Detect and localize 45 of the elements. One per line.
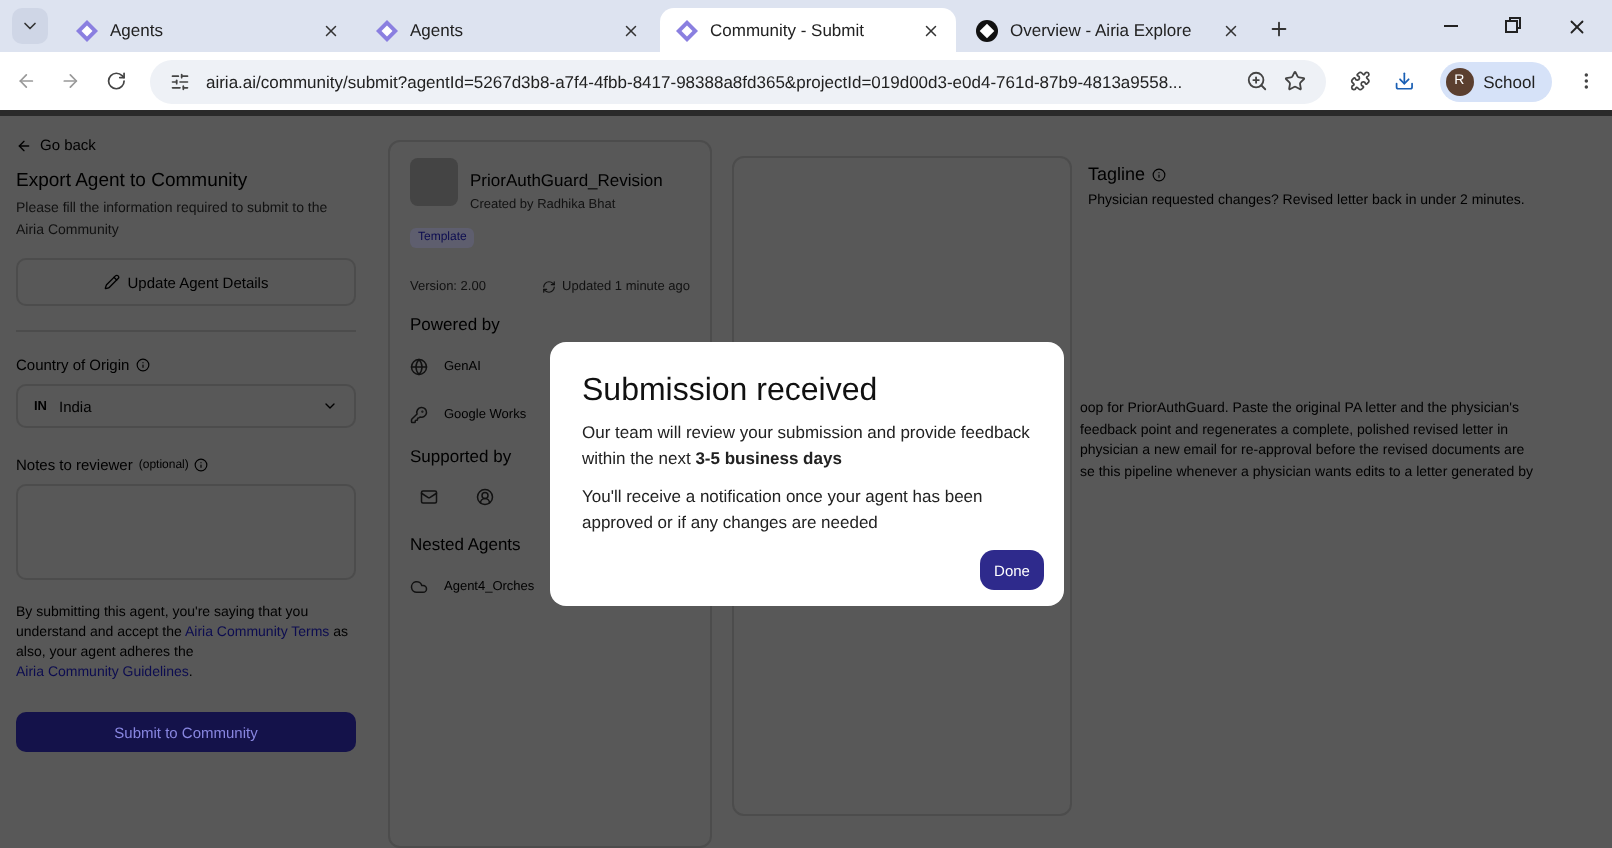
new-tab-button[interactable] — [1268, 18, 1290, 40]
key-icon — [410, 405, 428, 423]
close-icon[interactable] — [622, 21, 640, 39]
mail-icon — [419, 487, 437, 505]
user-icon — [475, 487, 493, 505]
extensions-icon[interactable] — [1349, 70, 1371, 92]
chevron-down-icon — [322, 398, 338, 414]
close-icon[interactable] — [922, 21, 940, 39]
browser-tab[interactable]: Agents — [60, 8, 356, 52]
section-title: Supported by — [410, 446, 512, 466]
pencil-icon — [103, 274, 120, 290]
section-title: Nested Agents — [410, 534, 521, 554]
refresh-icon — [542, 280, 557, 294]
dialog-text: You'll receive a notification once your agent has been approved or if any changes are needed — [582, 484, 985, 534]
info-icon[interactable] — [135, 358, 150, 372]
restore-icon[interactable] — [1504, 16, 1522, 34]
section-title: Powered by — [410, 314, 500, 334]
browser-tab[interactable]: Agents — [360, 8, 656, 52]
zoom-icon[interactable] — [1245, 70, 1268, 92]
globe-icon — [410, 357, 428, 375]
browser-tab[interactable]: Overview - Airia Explore — [960, 8, 1256, 52]
logo-icon — [76, 19, 98, 41]
close-icon[interactable] — [322, 21, 340, 39]
address-bar[interactable]: airia.ai/community/submit?agentId=5267d3b8-a7f4-4fbb-8417-98388a8fd365&projectId=019d00d3-e0d4-761d-87b9-4813a9558... — [149, 59, 1326, 103]
tagline-title: Tagline — [1088, 164, 1146, 184]
bookmark-star-icon[interactable] — [1283, 70, 1306, 92]
info-icon[interactable] — [1151, 167, 1166, 181]
browser-tab[interactable]: Community - Submit — [660, 8, 956, 52]
cloud-icon — [410, 577, 428, 595]
forward-icon[interactable] — [60, 70, 82, 92]
logo-icon — [676, 19, 698, 41]
download-icon[interactable] — [1394, 70, 1416, 92]
info-icon[interactable] — [194, 458, 209, 472]
close-icon[interactable] — [1566, 16, 1588, 38]
reload-icon[interactable] — [105, 70, 126, 92]
page-title: Export Agent to Community — [16, 170, 248, 192]
back-icon[interactable] — [16, 70, 37, 92]
agent-name: PriorAuthGuard_Revision — [470, 170, 663, 190]
arrow-left-icon — [16, 137, 32, 153]
logo-icon — [976, 19, 998, 41]
dialog-text: Our team will review your submission and provide feedback within the next 3-5 business days — [582, 420, 1032, 470]
dialog-title: Submission received — [582, 374, 880, 410]
close-icon[interactable] — [1222, 21, 1240, 39]
logo-icon — [376, 19, 398, 41]
site-settings-icon[interactable] — [169, 71, 190, 91]
